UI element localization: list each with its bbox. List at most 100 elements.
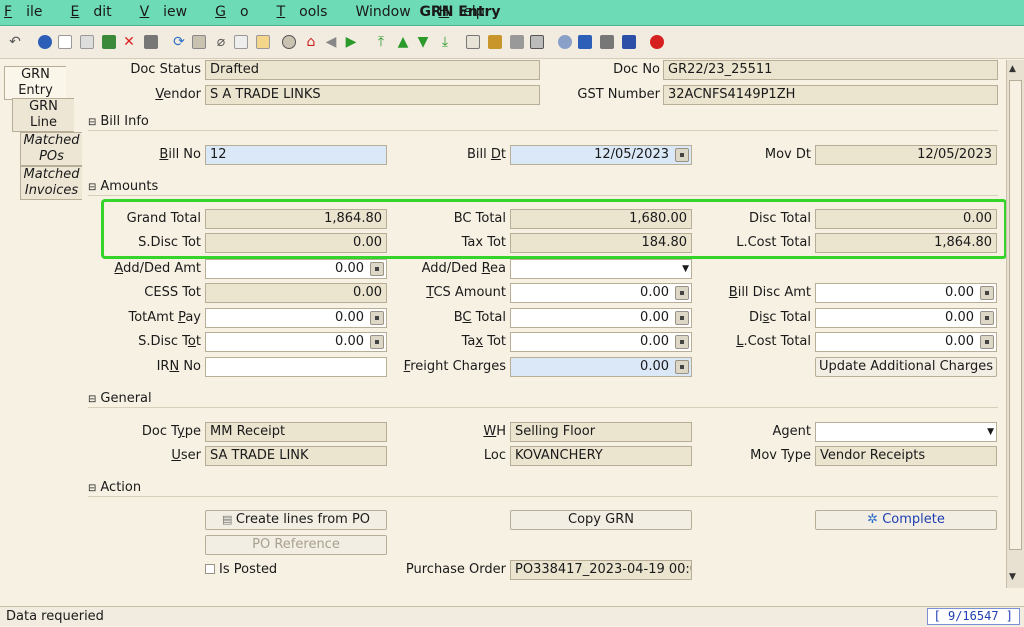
print-icon[interactable]: [528, 33, 546, 51]
freight-charges-field[interactable]: 0.00: [510, 357, 692, 377]
document-icon: ▤: [221, 513, 236, 526]
first-record-icon[interactable]: ⤒: [372, 33, 390, 51]
bill-disc-amt-field[interactable]: 0.00: [815, 283, 997, 303]
undo-icon[interactable]: ↶: [6, 33, 24, 51]
workflow-icon[interactable]: [576, 33, 594, 51]
exit-icon[interactable]: [648, 33, 666, 51]
po-reference-button[interactable]: PO Reference: [205, 535, 387, 555]
calculator-icon[interactable]: [370, 262, 384, 276]
irn-no-label: IRN No: [156, 359, 201, 374]
calculator-icon[interactable]: [980, 286, 994, 300]
bill-dt-field[interactable]: 12/05/2023: [510, 145, 692, 165]
history-icon[interactable]: [280, 33, 298, 51]
last-record-icon[interactable]: ⤓: [436, 33, 454, 51]
request-icon[interactable]: [598, 33, 616, 51]
add-ded-rea-label: Add/Ded Rea: [421, 261, 506, 276]
lcost-total-edit-label: L.Cost Total: [736, 334, 811, 349]
bc-total-edit-field[interactable]: 0.00: [510, 308, 692, 328]
copy-icon[interactable]: [78, 33, 96, 51]
tax-tot-edit-field[interactable]: 0.00: [510, 332, 692, 352]
calendar-icon[interactable]: [675, 148, 689, 162]
section-amounts[interactable]: ⊟ Amounts: [88, 178, 998, 196]
tcs-amount-field[interactable]: 0.00: [510, 283, 692, 303]
title-bar: File Edit View Go Tools Window Help GRN …: [0, 0, 1024, 26]
vendor-label: Vendor: [155, 87, 201, 102]
collapse-icon[interactable]: ⊟: [88, 117, 96, 128]
is-posted-checkbox[interactable]: Is Posted: [205, 560, 277, 580]
tab-matched-pos[interactable]: Matched POs: [20, 132, 82, 166]
refresh-icon[interactable]: ⟳: [170, 33, 188, 51]
totamt-pay-field[interactable]: 0.00: [205, 308, 387, 328]
irn-no-field[interactable]: [205, 357, 387, 377]
calculator-icon[interactable]: [675, 311, 689, 325]
attachment-icon[interactable]: ⌀: [212, 33, 230, 51]
section-general[interactable]: ⊟ General: [88, 390, 998, 408]
collapse-icon[interactable]: ⊟: [88, 483, 96, 494]
wh-field: Selling Floor: [510, 422, 692, 442]
scroll-down-icon[interactable]: ▼: [1009, 572, 1016, 582]
status-message: Data requeried: [6, 609, 104, 624]
calculator-icon[interactable]: [675, 335, 689, 349]
totamt-pay-label: TotAmt Pay: [128, 310, 201, 325]
zoom-across-icon[interactable]: [556, 33, 574, 51]
agent-select[interactable]: ▼: [815, 422, 997, 442]
tab-grn-line[interactable]: GRN Line: [12, 98, 74, 132]
loc-label: Loc: [483, 448, 506, 463]
copy-grn-button[interactable]: Copy GRN: [510, 510, 692, 530]
scroll-thumb[interactable]: [1009, 80, 1022, 550]
add-ded-amt-field[interactable]: 0.00: [205, 259, 387, 279]
lcost-total-edit-field[interactable]: 0.00: [815, 332, 997, 352]
section-bill-info[interactable]: ⊟ Bill Info: [88, 113, 998, 131]
chat-icon[interactable]: [232, 33, 250, 51]
bill-disc-amt-label: Bill Disc Amt: [728, 285, 811, 300]
calculator-icon[interactable]: [675, 360, 689, 374]
collapse-icon[interactable]: ⊟: [88, 394, 96, 405]
multi-view-icon[interactable]: [254, 33, 272, 51]
section-action[interactable]: ⊟ Action: [88, 479, 998, 497]
calculator-icon[interactable]: [675, 286, 689, 300]
find-icon[interactable]: [190, 33, 208, 51]
product-info-icon[interactable]: [620, 33, 638, 51]
tab-matched-invoices[interactable]: Matched Invoices: [20, 166, 82, 200]
scroll-up-icon[interactable]: ▲: [1009, 64, 1016, 74]
help-icon[interactable]: [36, 33, 54, 51]
record-counter[interactable]: [ 9/16547 ]: [926, 608, 1020, 625]
agent-label: Agent: [772, 424, 811, 439]
bill-no-field[interactable]: 12: [205, 145, 387, 165]
calculator-icon[interactable]: [370, 335, 384, 349]
create-lines-from-po-button[interactable]: ▤ Create lines from PO: [205, 510, 387, 530]
doc-type-field: MM Receipt: [205, 422, 387, 442]
back-icon[interactable]: ◀: [322, 33, 340, 51]
report-icon[interactable]: [464, 33, 482, 51]
mov-type-field: Vendor Receipts: [815, 446, 997, 466]
add-ded-rea-select[interactable]: ▼: [510, 259, 692, 279]
chevron-down-icon[interactable]: ▼: [682, 260, 689, 278]
mov-type-label: Mov Type: [750, 448, 811, 463]
tcs-amount-label: TCS Amount: [426, 285, 506, 300]
chevron-down-icon[interactable]: ▼: [987, 423, 994, 441]
vertical-scrollbar[interactable]: ▲ ▼: [1006, 60, 1024, 588]
delete-icon[interactable]: [100, 33, 118, 51]
home-icon[interactable]: ⌂: [302, 33, 320, 51]
print-preview-icon[interactable]: [508, 33, 526, 51]
calculator-icon[interactable]: [980, 311, 994, 325]
tab-grn-entry[interactable]: GRN Entry: [4, 66, 66, 100]
update-additional-charges-button[interactable]: Update Additional Charges: [815, 357, 997, 377]
new-icon[interactable]: [56, 33, 74, 51]
collapse-icon[interactable]: ⊟: [88, 182, 96, 193]
disc-total-edit-field[interactable]: 0.00: [815, 308, 997, 328]
checkbox-icon[interactable]: [205, 564, 215, 574]
disc-total-edit-label: Disc Total: [748, 310, 811, 325]
complete-button[interactable]: ✲ Complete: [815, 510, 997, 530]
save-icon[interactable]: [142, 33, 160, 51]
previous-record-icon[interactable]: ▲: [394, 33, 412, 51]
delete-selection-icon[interactable]: ✕: [120, 33, 138, 51]
sdisc-tot-edit-field[interactable]: 0.00: [205, 332, 387, 352]
forward-icon[interactable]: ▶: [342, 33, 360, 51]
calculator-icon[interactable]: [370, 311, 384, 325]
calculator-icon[interactable]: [980, 335, 994, 349]
doc-type-label: Doc Type: [141, 424, 201, 439]
archive-icon[interactable]: [486, 33, 504, 51]
vendor-field[interactable]: S A TRADE LINKS: [205, 85, 540, 105]
next-record-icon[interactable]: ▼: [414, 33, 432, 51]
